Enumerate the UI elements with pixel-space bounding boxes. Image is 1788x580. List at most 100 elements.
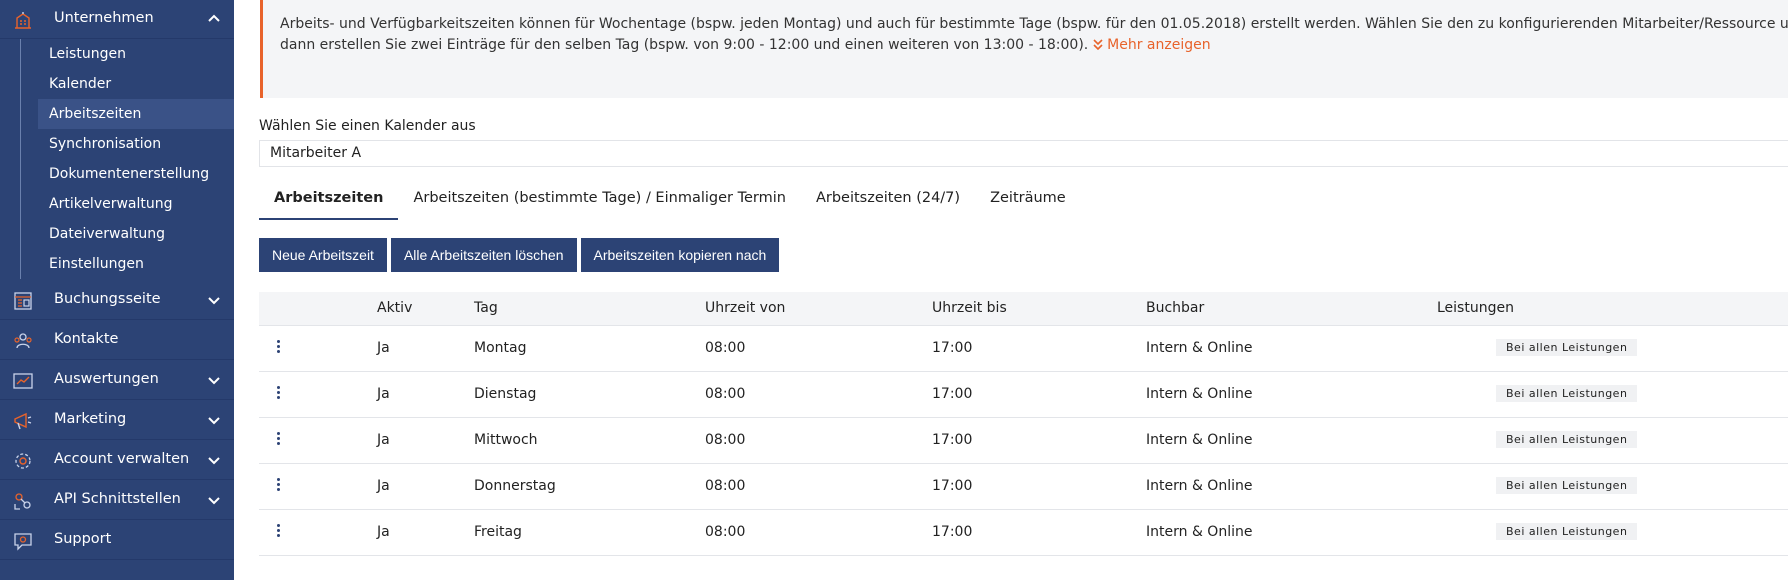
api-icon: [14, 493, 31, 510]
building-icon: [15, 12, 31, 29]
cell-aktiv: Ja: [377, 432, 390, 448]
cell-buchbar: Intern & Online: [1146, 432, 1253, 448]
sidebar-item-label: Auswertungen: [54, 371, 159, 387]
calendar-select[interactable]: Mitarbeiter A: [259, 140, 1788, 167]
reports-icon: [13, 373, 33, 389]
show-more-label: Mehr anzeigen: [1107, 37, 1211, 53]
cell-tag: Mittwoch: [474, 432, 538, 448]
cell-uhrzeit-bis: 17:00: [932, 524, 973, 540]
cell-uhrzeit-bis: 17:00: [932, 478, 973, 494]
copy-working-times-button[interactable]: Arbeitszeiten kopieren nach: [580, 238, 780, 272]
info-box: Arbeits- und Verfügbarkeitszeiten können…: [260, 0, 1788, 98]
delete-all-working-times-button[interactable]: Alle Arbeitszeiten löschen: [390, 238, 577, 272]
leistungen-badge: Bei allen Leistungen: [1496, 385, 1638, 402]
cell-buchbar: Intern & Online: [1146, 524, 1253, 540]
cell-uhrzeit-bis: 17:00: [932, 432, 973, 448]
row-menu-icon[interactable]: [275, 386, 281, 402]
cell-aktiv: Ja: [377, 340, 390, 356]
sidebar-item-label: Buchungsseite: [54, 291, 161, 307]
column-header-uhrzeit-von: Uhrzeit von: [705, 300, 786, 316]
chevron-down-icon[interactable]: [208, 454, 220, 466]
sidebar-subitem-synchronisation[interactable]: Synchronisation: [38, 129, 234, 159]
chevron-down-icon[interactable]: [208, 414, 220, 426]
sidebar-item-label: Account verwalten: [54, 451, 190, 467]
column-header-buchbar: Buchbar: [1146, 300, 1205, 316]
cell-aktiv: Ja: [377, 478, 390, 494]
table-row: Ja Montag 08:00 17:00 Intern & Online Be…: [259, 326, 1788, 372]
cell-uhrzeit-bis: 17:00: [932, 340, 973, 356]
working-times-table: Aktiv Tag Uhrzeit von Uhrzeit bis Buchba…: [259, 292, 1788, 556]
leistungen-badge: Bei allen Leistungen: [1496, 339, 1638, 356]
info-text-line2: dann erstellen Sie zwei Einträge für den…: [280, 37, 1089, 53]
row-menu-icon[interactable]: [275, 340, 281, 356]
sidebar-item-label: Support: [54, 531, 112, 547]
leistungen-badge: Bei allen Leistungen: [1496, 431, 1638, 448]
tab-zeitraeume[interactable]: Zeiträume: [975, 178, 1081, 220]
column-header-uhrzeit-bis: Uhrzeit bis: [932, 300, 1007, 316]
sidebar-subitem-einstellungen[interactable]: Einstellungen: [38, 249, 234, 279]
gear-icon: [15, 453, 31, 469]
sidebar-subitem-kalender[interactable]: Kalender: [38, 69, 234, 99]
sidebar-item-marketing[interactable]: Marketing: [0, 401, 234, 440]
cell-tag: Dienstag: [474, 386, 537, 402]
sidebar-item-account-verwalten[interactable]: Account verwalten: [0, 441, 234, 480]
cell-aktiv: Ja: [377, 524, 390, 540]
row-menu-icon[interactable]: [275, 524, 281, 540]
sidebar-subitem-dateiverwaltung[interactable]: Dateiverwaltung: [38, 219, 234, 249]
cell-uhrzeit-von: 08:00: [705, 386, 746, 402]
column-header-tag: Tag: [474, 300, 498, 316]
table-row: Ja Donnerstag 08:00 17:00 Intern & Onlin…: [259, 464, 1788, 510]
sidebar-item-label: Kontakte: [54, 331, 119, 347]
cell-aktiv: Ja: [377, 386, 390, 402]
chevron-down-icon[interactable]: [208, 294, 220, 306]
column-header-leistungen: Leistungen: [1437, 300, 1514, 316]
table-row: Ja Dienstag 08:00 17:00 Intern & Online …: [259, 372, 1788, 418]
tab-arbeitszeiten[interactable]: Arbeitszeiten: [259, 178, 399, 220]
sidebar-item-unternehmen[interactable]: Unternehmen: [0, 0, 234, 39]
cell-uhrzeit-von: 08:00: [705, 478, 746, 494]
sidebar-item-auswertungen[interactable]: Auswertungen: [0, 361, 234, 400]
tab-bar: Arbeitszeiten Arbeitszeiten (bestimmte T…: [259, 178, 1081, 220]
tab-arbeitszeiten-bestimmte-tage[interactable]: Arbeitszeiten (bestimmte Tage) / Einmali…: [398, 178, 801, 220]
support-icon: [14, 533, 32, 551]
column-header-aktiv: Aktiv: [377, 300, 413, 316]
cell-uhrzeit-von: 08:00: [705, 432, 746, 448]
sidebar-item-support[interactable]: Support: [0, 521, 234, 560]
info-text-line1: Arbeits- und Verfügbarkeitszeiten können…: [280, 16, 1788, 32]
tab-arbeitszeiten-24-7[interactable]: Arbeitszeiten (24/7): [801, 178, 975, 220]
new-working-time-button[interactable]: Neue Arbeitszeit: [259, 238, 387, 272]
sidebar-subitem-dokumentenerstellung[interactable]: Dokumentenerstellung: [38, 159, 234, 189]
calendar-select-label: Wählen Sie einen Kalender aus: [259, 118, 476, 134]
row-menu-icon[interactable]: [275, 432, 281, 448]
sidebar-item-api-schnittstellen[interactable]: API Schnittstellen: [0, 481, 234, 520]
sidebar-subitem-leistungen[interactable]: Leistungen: [38, 39, 234, 69]
sidebar-item-label: Marketing: [54, 411, 127, 427]
sidebar-item-buchungsseite[interactable]: Buchungsseite: [0, 281, 234, 320]
sidebar-item-kontakte[interactable]: Kontakte: [0, 321, 234, 360]
sidebar: Unternehmen Leistungen Kalender Arbeitsz…: [0, 0, 234, 580]
subnav-divider: [20, 39, 21, 279]
double-chevron-down-icon: [1093, 39, 1103, 51]
cell-uhrzeit-von: 08:00: [705, 340, 746, 356]
chevron-up-icon[interactable]: [208, 13, 220, 25]
cell-uhrzeit-von: 08:00: [705, 524, 746, 540]
chevron-down-icon[interactable]: [208, 494, 220, 506]
chevron-down-icon[interactable]: [208, 374, 220, 386]
table-row: Ja Mittwoch 08:00 17:00 Intern & Online …: [259, 418, 1788, 464]
sidebar-subitem-arbeitszeiten[interactable]: Arbeitszeiten: [38, 99, 234, 129]
table-header: Aktiv Tag Uhrzeit von Uhrzeit bis Buchba…: [259, 292, 1788, 326]
cell-uhrzeit-bis: 17:00: [932, 386, 973, 402]
cell-buchbar: Intern & Online: [1146, 478, 1253, 494]
sidebar-subitem-artikelverwaltung[interactable]: Artikelverwaltung: [38, 189, 234, 219]
table-row: Ja Freitag 08:00 17:00 Intern & Online B…: [259, 510, 1788, 556]
cell-tag: Montag: [474, 340, 527, 356]
main-content: Arbeits- und Verfügbarkeitszeiten können…: [234, 0, 1788, 580]
contacts-icon: [14, 333, 32, 349]
show-more-link[interactable]: Mehr anzeigen: [1093, 37, 1211, 53]
cell-buchbar: Intern & Online: [1146, 340, 1253, 356]
leistungen-badge: Bei allen Leistungen: [1496, 523, 1638, 540]
leistungen-badge: Bei allen Leistungen: [1496, 477, 1638, 494]
row-menu-icon[interactable]: [275, 478, 281, 494]
sidebar-item-label: Unternehmen: [54, 10, 154, 26]
cell-tag: Donnerstag: [474, 478, 556, 494]
